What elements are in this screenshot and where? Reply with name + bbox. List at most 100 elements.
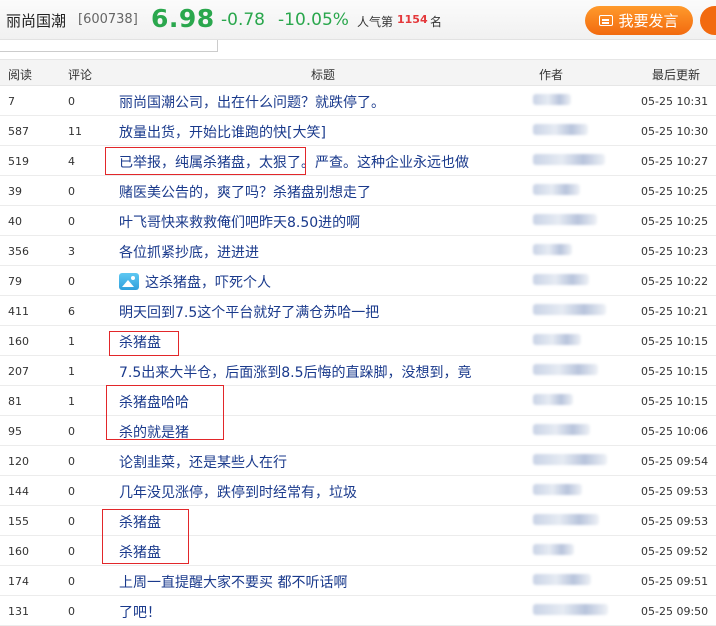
post-title-text: 已举报，纯属杀猪盘，太狠了。严查。这种企业永远也做 — [119, 155, 469, 171]
search-box-edge[interactable] — [0, 40, 218, 52]
table-row[interactable]: 155 0 杀猪盘 05-25 09:53 — [0, 506, 716, 536]
author-name-blurred[interactable] — [533, 364, 603, 377]
post-title-text: 杀猪盘 — [119, 545, 161, 561]
author-name-blurred[interactable] — [533, 334, 603, 347]
popularity-rank: 1154 — [397, 13, 428, 26]
post-title-link[interactable]: 这杀猪盘，吓死个人 — [119, 272, 271, 292]
last-update-time: 05-25 09:53 — [641, 485, 709, 498]
table-row[interactable]: 81 1 杀猪盘哈哈 05-25 10:15 — [0, 386, 716, 416]
post-title-link[interactable]: 论割韭菜，还是某些人在行 — [119, 452, 287, 472]
read-count: 356 — [8, 245, 29, 258]
author-name-blurred[interactable] — [533, 394, 603, 407]
read-count: 411 — [8, 305, 29, 318]
blur-mask — [533, 454, 607, 465]
post-title-text: 几年没见涨停，跌停到时经常有，垃圾 — [119, 485, 357, 501]
comment-count: 6 — [68, 305, 75, 318]
comment-count: 0 — [68, 425, 75, 438]
table-row[interactable]: 207 1 7.5出来大半仓，后面涨到8.5后悔的直跺脚，没想到，竟 05-25 10… — [0, 356, 716, 386]
author-name-blurred[interactable] — [533, 244, 603, 257]
stock-name[interactable]: 丽尚国潮 — [6, 10, 66, 31]
post-title-link[interactable]: 放量出货，开始比谁跑的快[大笑] — [119, 122, 326, 142]
blur-mask — [533, 124, 588, 135]
author-name-blurred[interactable] — [533, 544, 603, 557]
author-name-blurred[interactable] — [533, 604, 608, 617]
table-row[interactable]: 39 0 赌医美公告的，爽了吗？杀猪盘别想走了 05-25 10:25 — [0, 176, 716, 206]
author-name-blurred[interactable] — [533, 124, 603, 137]
post-title-text: 明天回到7.5这个平台就好了满仓苏哈一把 — [119, 305, 380, 321]
column-updated[interactable]: 最后更新 — [652, 66, 700, 83]
blur-mask — [533, 394, 573, 405]
author-name-blurred[interactable] — [533, 514, 603, 527]
post-title-link[interactable]: 上周一直提醒大家不要买 都不听话啊 — [119, 572, 347, 592]
table-row[interactable]: 120 0 论割韭菜，还是某些人在行 05-25 09:54 — [0, 446, 716, 476]
table-row[interactable]: 160 0 杀猪盘 05-25 09:52 — [0, 536, 716, 566]
post-title-link[interactable]: 已举报，纯属杀猪盘，太狠了。严查。这种企业永远也做 — [119, 152, 469, 172]
last-update-time: 05-25 09:51 — [641, 575, 709, 588]
price-change-percent: -10.05% — [278, 10, 349, 30]
table-row[interactable]: 40 0 叶飞哥快来救救俺们吧昨天8.50进的啊 05-25 10:25 — [0, 206, 716, 236]
post-title-link[interactable]: 了吧！ — [119, 602, 161, 622]
column-read[interactable]: 阅读 — [8, 66, 32, 83]
post-title-link[interactable]: 叶飞哥快来救救俺们吧昨天8.50进的啊 — [119, 212, 360, 232]
read-count: 587 — [8, 125, 29, 138]
author-name-blurred[interactable] — [533, 304, 606, 317]
post-title-text: 赌医美公告的，爽了吗？杀猪盘别想走了 — [119, 185, 371, 201]
blur-mask — [533, 154, 605, 165]
author-name-blurred[interactable] — [533, 94, 603, 107]
author-name-blurred[interactable] — [533, 454, 607, 467]
post-button[interactable]: 我要发言 — [585, 6, 693, 35]
post-title-link[interactable]: 几年没见涨停，跌停到时经常有，垃圾 — [119, 482, 357, 502]
read-count: 81 — [8, 395, 22, 408]
post-title-link[interactable]: 杀猪盘 — [119, 542, 161, 562]
stock-header: 丽尚国潮 [600738] 6.98 -0.78 -10.05% 人气第 115… — [0, 0, 716, 40]
last-update-time: 05-25 10:25 — [641, 215, 709, 228]
read-count: 120 — [8, 455, 29, 468]
post-title-link[interactable]: 赌医美公告的，爽了吗？杀猪盘别想走了 — [119, 182, 371, 202]
table-row[interactable]: 174 0 上周一直提醒大家不要买 都不听话啊 05-25 09:51 — [0, 566, 716, 596]
read-count: 95 — [8, 425, 22, 438]
last-update-time: 05-25 10:15 — [641, 365, 709, 378]
post-title-text: 放量出货，开始比谁跑的快[大笑] — [119, 125, 326, 141]
author-name-blurred[interactable] — [533, 484, 603, 497]
table-row[interactable]: 519 4 已举报，纯属杀猪盘，太狠了。严查。这种企业永远也做 05-25 10:27 — [0, 146, 716, 176]
read-count: 144 — [8, 485, 29, 498]
table-row[interactable]: 79 0 这杀猪盘，吓死个人 05-25 10:22 — [0, 266, 716, 296]
blur-mask — [533, 304, 606, 315]
blur-mask — [533, 514, 599, 525]
last-update-time: 05-25 10:21 — [641, 305, 709, 318]
table-row[interactable]: 144 0 几年没见涨停，跌停到时经常有，垃圾 05-25 09:53 — [0, 476, 716, 506]
author-name-blurred[interactable] — [533, 154, 605, 167]
table-row[interactable]: 411 6 明天回到7.5这个平台就好了满仓苏哈一把 05-25 10:21 — [0, 296, 716, 326]
blur-mask — [533, 274, 589, 285]
read-count: 174 — [8, 575, 29, 588]
blur-mask — [533, 214, 597, 225]
post-title-link[interactable]: 杀的就是猪 — [119, 422, 189, 442]
table-row[interactable]: 7 0 丽尚国潮公司，出在什么问题？就跌停了。 05-25 10:31 — [0, 86, 716, 116]
post-title-link[interactable]: 明天回到7.5这个平台就好了满仓苏哈一把 — [119, 302, 379, 322]
table-row[interactable]: 95 0 杀的就是猪 05-25 10:06 — [0, 416, 716, 446]
author-name-blurred[interactable] — [533, 574, 603, 587]
post-title-text: 这杀猪盘，吓死个人 — [145, 275, 271, 291]
column-title: 标题 — [311, 68, 336, 82]
author-name-blurred[interactable] — [533, 274, 603, 287]
table-row[interactable]: 356 3 各位抓紧抄底，进进进 05-25 10:23 — [0, 236, 716, 266]
post-title-link[interactable]: 丽尚国潮公司，出在什么问题？就跌停了。 — [119, 92, 385, 112]
table-row[interactable]: 131 0 了吧！ 05-25 09:50 — [0, 596, 716, 626]
author-name-blurred[interactable] — [533, 424, 603, 437]
post-title-link[interactable]: 杀猪盘 — [119, 332, 161, 352]
author-name-blurred[interactable] — [533, 184, 603, 197]
post-title-link[interactable]: 各位抓紧抄底，进进进 — [119, 242, 259, 262]
read-count: 207 — [8, 365, 29, 378]
blur-mask — [533, 244, 572, 255]
post-title-link[interactable]: 杀猪盘哈哈 — [119, 392, 189, 412]
column-comment[interactable]: 评论 — [68, 66, 92, 83]
blur-mask — [533, 364, 598, 375]
blur-mask — [533, 544, 574, 555]
table-row[interactable]: 160 1 杀猪盘 05-25 10:15 — [0, 326, 716, 356]
post-title-link[interactable]: 7.5出来大半仓，后面涨到8.5后悔的直跺脚，没想到，竟 — [119, 362, 472, 382]
post-title-link[interactable]: 杀猪盘 — [119, 512, 161, 532]
post-title-text: 论割韭菜，还是某些人在行 — [119, 455, 287, 471]
side-tab[interactable] — [700, 6, 716, 35]
author-name-blurred[interactable] — [533, 214, 603, 227]
table-row[interactable]: 587 11 放量出货，开始比谁跑的快[大笑] 05-25 10:30 — [0, 116, 716, 146]
